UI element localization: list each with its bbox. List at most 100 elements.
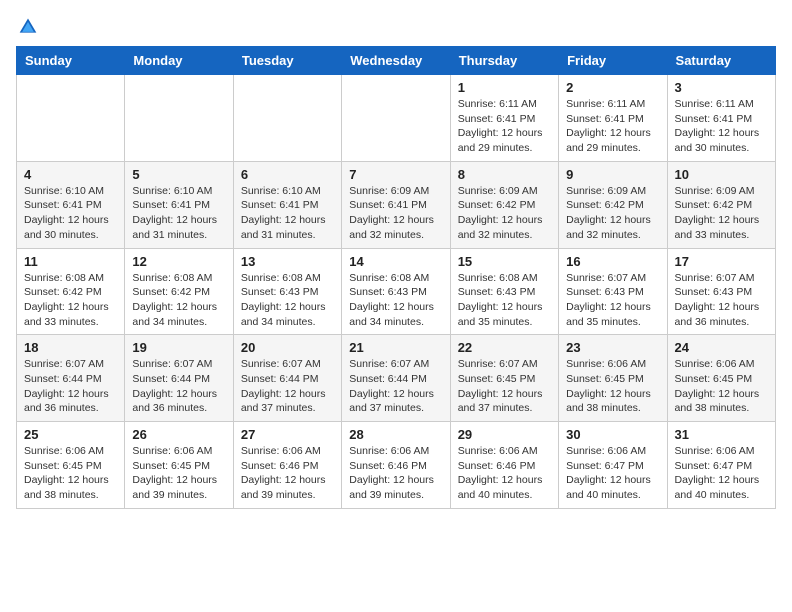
day-number: 30 xyxy=(566,427,659,442)
calendar-cell xyxy=(342,75,450,162)
day-number: 2 xyxy=(566,80,659,95)
day-number: 22 xyxy=(458,340,551,355)
weekday-header-monday: Monday xyxy=(125,47,233,75)
calendar-cell: 3 Sunrise: 6:11 AM Sunset: 6:41 PM Daylig… xyxy=(667,75,775,162)
day-number: 19 xyxy=(132,340,225,355)
day-number: 24 xyxy=(675,340,768,355)
page-header xyxy=(16,16,776,36)
day-number: 23 xyxy=(566,340,659,355)
cell-info: Sunrise: 6:07 AM Sunset: 6:43 PM Dayligh… xyxy=(675,271,768,330)
calendar-cell: 9 Sunrise: 6:09 AM Sunset: 6:42 PM Daylig… xyxy=(559,161,667,248)
calendar-cell: 18 Sunrise: 6:07 AM Sunset: 6:44 PM Dayli… xyxy=(17,335,125,422)
day-number: 8 xyxy=(458,167,551,182)
cell-info: Sunrise: 6:08 AM Sunset: 6:43 PM Dayligh… xyxy=(349,271,442,330)
day-number: 13 xyxy=(241,254,334,269)
cell-info: Sunrise: 6:06 AM Sunset: 6:45 PM Dayligh… xyxy=(675,357,768,416)
cell-info: Sunrise: 6:09 AM Sunset: 6:41 PM Dayligh… xyxy=(349,184,442,243)
cell-info: Sunrise: 6:06 AM Sunset: 6:45 PM Dayligh… xyxy=(566,357,659,416)
calendar-cell: 5 Sunrise: 6:10 AM Sunset: 6:41 PM Daylig… xyxy=(125,161,233,248)
day-number: 9 xyxy=(566,167,659,182)
day-number: 16 xyxy=(566,254,659,269)
calendar-cell: 21Sunrise: 6:07 AM Sunset: 6:44 PM Dayli… xyxy=(342,335,450,422)
calendar-cell: 26 Sunrise: 6:06 AM Sunset: 6:45 PM Dayli… xyxy=(125,422,233,509)
day-number: 26 xyxy=(132,427,225,442)
day-number: 27 xyxy=(241,427,334,442)
cell-info: Sunrise: 6:06 AM Sunset: 6:46 PM Dayligh… xyxy=(241,444,334,503)
weekday-header-row: SundayMondayTuesdayWednesdayThursdayFrid… xyxy=(17,47,776,75)
week-row-5: 25 Sunrise: 6:06 AM Sunset: 6:45 PM Dayli… xyxy=(17,422,776,509)
cell-info: Sunrise: 6:11 AM Sunset: 6:41 PM Dayligh… xyxy=(458,97,551,156)
calendar-cell: 4 Sunrise: 6:10 AM Sunset: 6:41 PM Daylig… xyxy=(17,161,125,248)
calendar-cell: 10 Sunrise: 6:09 AM Sunset: 6:42 PM Dayli… xyxy=(667,161,775,248)
day-number: 11 xyxy=(24,254,117,269)
calendar-cell: 11 Sunrise: 6:08 AM Sunset: 6:42 PM Dayli… xyxy=(17,248,125,335)
day-number: 12 xyxy=(132,254,225,269)
day-number: 29 xyxy=(458,427,551,442)
day-number: 28 xyxy=(349,427,442,442)
calendar-table: SundayMondayTuesdayWednesdayThursdayFrid… xyxy=(16,46,776,509)
cell-info: Sunrise: 6:07 AM Sunset: 6:43 PM Dayligh… xyxy=(566,271,659,330)
calendar-cell: 16 Sunrise: 6:07 AM Sunset: 6:43 PM Dayli… xyxy=(559,248,667,335)
day-number: 15 xyxy=(458,254,551,269)
calendar-cell xyxy=(233,75,341,162)
calendar-cell: 19 Sunrise: 6:07 AM Sunset: 6:44 PM Dayli… xyxy=(125,335,233,422)
calendar-cell xyxy=(17,75,125,162)
calendar-cell: 14Sunrise: 6:08 AM Sunset: 6:43 PM Dayli… xyxy=(342,248,450,335)
cell-info: Sunrise: 6:07 AM Sunset: 6:44 PM Dayligh… xyxy=(349,357,442,416)
day-number: 25 xyxy=(24,427,117,442)
week-row-3: 11 Sunrise: 6:08 AM Sunset: 6:42 PM Dayli… xyxy=(17,248,776,335)
cell-info: Sunrise: 6:08 AM Sunset: 6:42 PM Dayligh… xyxy=(24,271,117,330)
calendar-cell: 15 Sunrise: 6:08 AM Sunset: 6:43 PM Dayli… xyxy=(450,248,558,335)
calendar-cell: 24 Sunrise: 6:06 AM Sunset: 6:45 PM Dayli… xyxy=(667,335,775,422)
day-number: 20 xyxy=(241,340,334,355)
cell-info: Sunrise: 6:11 AM Sunset: 6:41 PM Dayligh… xyxy=(566,97,659,156)
cell-info: Sunrise: 6:09 AM Sunset: 6:42 PM Dayligh… xyxy=(675,184,768,243)
calendar-cell xyxy=(125,75,233,162)
calendar-cell: 6Sunrise: 6:10 AM Sunset: 6:41 PM Daylig… xyxy=(233,161,341,248)
calendar-cell: 2 Sunrise: 6:11 AM Sunset: 6:41 PM Daylig… xyxy=(559,75,667,162)
weekday-header-tuesday: Tuesday xyxy=(233,47,341,75)
logo-icon xyxy=(18,16,38,36)
calendar-cell: 17 Sunrise: 6:07 AM Sunset: 6:43 PM Dayli… xyxy=(667,248,775,335)
calendar-cell: 8 Sunrise: 6:09 AM Sunset: 6:42 PM Daylig… xyxy=(450,161,558,248)
calendar-cell: 1 Sunrise: 6:11 AM Sunset: 6:41 PM Daylig… xyxy=(450,75,558,162)
cell-info: Sunrise: 6:08 AM Sunset: 6:43 PM Dayligh… xyxy=(458,271,551,330)
cell-info: Sunrise: 6:07 AM Sunset: 6:44 PM Dayligh… xyxy=(132,357,225,416)
cell-info: Sunrise: 6:07 AM Sunset: 6:44 PM Dayligh… xyxy=(241,357,334,416)
cell-info: Sunrise: 6:10 AM Sunset: 6:41 PM Dayligh… xyxy=(132,184,225,243)
calendar-cell: 23 Sunrise: 6:06 AM Sunset: 6:45 PM Dayli… xyxy=(559,335,667,422)
calendar-cell: 31 Sunrise: 6:06 AM Sunset: 6:47 PM Dayli… xyxy=(667,422,775,509)
day-number: 31 xyxy=(675,427,768,442)
day-number: 18 xyxy=(24,340,117,355)
calendar-cell: 27 Sunrise: 6:06 AM Sunset: 6:46 PM Dayli… xyxy=(233,422,341,509)
cell-info: Sunrise: 6:06 AM Sunset: 6:47 PM Dayligh… xyxy=(675,444,768,503)
calendar-cell: 7 Sunrise: 6:09 AM Sunset: 6:41 PM Daylig… xyxy=(342,161,450,248)
weekday-header-wednesday: Wednesday xyxy=(342,47,450,75)
cell-info: Sunrise: 6:09 AM Sunset: 6:42 PM Dayligh… xyxy=(566,184,659,243)
cell-info: Sunrise: 6:06 AM Sunset: 6:46 PM Dayligh… xyxy=(458,444,551,503)
calendar-cell: 29 Sunrise: 6:06 AM Sunset: 6:46 PM Dayli… xyxy=(450,422,558,509)
week-row-2: 4 Sunrise: 6:10 AM Sunset: 6:41 PM Daylig… xyxy=(17,161,776,248)
calendar-cell: 25Sunrise: 6:06 AM Sunset: 6:45 PM Dayli… xyxy=(17,422,125,509)
cell-info: Sunrise: 6:07 AM Sunset: 6:44 PM Dayligh… xyxy=(24,357,117,416)
logo xyxy=(16,16,38,36)
cell-info: Sunrise: 6:09 AM Sunset: 6:42 PM Dayligh… xyxy=(458,184,551,243)
day-number: 10 xyxy=(675,167,768,182)
day-number: 5 xyxy=(132,167,225,182)
cell-info: Sunrise: 6:06 AM Sunset: 6:45 PM Dayligh… xyxy=(132,444,225,503)
cell-info: Sunrise: 6:08 AM Sunset: 6:42 PM Dayligh… xyxy=(132,271,225,330)
weekday-header-saturday: Saturday xyxy=(667,47,775,75)
cell-info: Sunrise: 6:11 AM Sunset: 6:41 PM Dayligh… xyxy=(675,97,768,156)
weekday-header-friday: Friday xyxy=(559,47,667,75)
calendar-cell: 30Sunrise: 6:06 AM Sunset: 6:47 PM Dayli… xyxy=(559,422,667,509)
cell-info: Sunrise: 6:06 AM Sunset: 6:46 PM Dayligh… xyxy=(349,444,442,503)
cell-info: Sunrise: 6:08 AM Sunset: 6:43 PM Dayligh… xyxy=(241,271,334,330)
day-number: 7 xyxy=(349,167,442,182)
day-number: 3 xyxy=(675,80,768,95)
day-number: 4 xyxy=(24,167,117,182)
day-number: 17 xyxy=(675,254,768,269)
cell-info: Sunrise: 6:10 AM Sunset: 6:41 PM Dayligh… xyxy=(24,184,117,243)
week-row-4: 18 Sunrise: 6:07 AM Sunset: 6:44 PM Dayli… xyxy=(17,335,776,422)
day-number: 1 xyxy=(458,80,551,95)
week-row-1: 1 Sunrise: 6:11 AM Sunset: 6:41 PM Daylig… xyxy=(17,75,776,162)
